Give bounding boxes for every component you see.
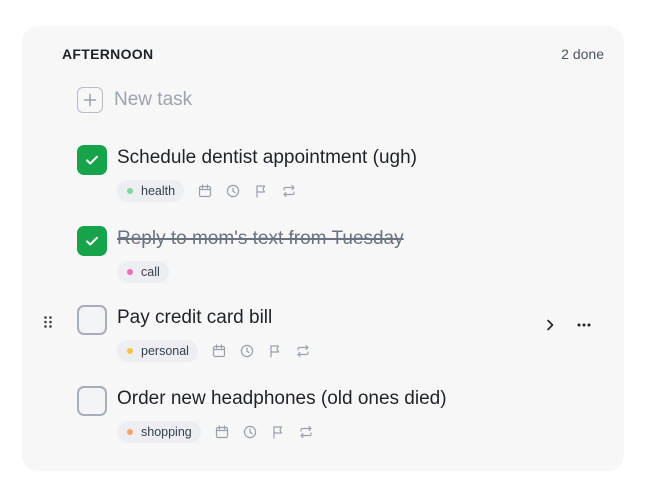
tag-dot <box>127 348 133 354</box>
task-meta: health <box>117 180 296 202</box>
task-row: Pay credit card bill personal <box>22 305 624 375</box>
task-title[interactable]: Order new headphones (old ones died) <box>117 388 447 410</box>
flag-icon[interactable] <box>271 425 285 439</box>
new-task-button[interactable]: New task <box>77 87 192 113</box>
flag-icon[interactable] <box>268 344 282 358</box>
calendar-icon[interactable] <box>212 344 226 358</box>
check-icon <box>86 155 98 165</box>
section-title: AFTERNOON <box>62 46 154 62</box>
task-title[interactable]: Schedule dentist appointment (ugh) <box>117 147 417 169</box>
task-meta: personal <box>117 340 310 362</box>
calendar-icon[interactable] <box>198 184 212 198</box>
clock-icon[interactable] <box>243 425 257 439</box>
tag-dot <box>127 269 133 275</box>
task-checkbox[interactable] <box>77 145 107 175</box>
check-icon <box>86 236 98 246</box>
tag-shopping[interactable]: shopping <box>117 421 201 443</box>
task-action-icons <box>215 425 313 439</box>
flag-icon[interactable] <box>254 184 268 198</box>
task-action-icons <box>212 344 310 358</box>
more-horizontal-icon[interactable] <box>576 317 592 333</box>
task-checkbox[interactable] <box>77 305 107 335</box>
done-count: 2 done <box>561 46 604 62</box>
task-row: Reply to mom's text from Tuesday call <box>22 226 624 296</box>
drag-handle-icon[interactable] <box>43 315 53 329</box>
repeat-icon[interactable] <box>299 425 313 439</box>
afternoon-section-card: AFTERNOON 2 done New task Schedule denti… <box>22 26 624 471</box>
clock-icon[interactable] <box>226 184 240 198</box>
clock-icon[interactable] <box>240 344 254 358</box>
plus-icon <box>77 87 103 113</box>
tag-call[interactable]: call <box>117 261 169 283</box>
calendar-icon[interactable] <box>215 425 229 439</box>
repeat-icon[interactable] <box>282 184 296 198</box>
task-checkbox[interactable] <box>77 386 107 416</box>
tag-dot <box>127 188 133 194</box>
task-title[interactable]: Reply to mom's text from Tuesday <box>117 228 404 250</box>
row-actions <box>542 317 592 333</box>
new-task-label: New task <box>114 89 193 110</box>
task-meta: call <box>117 261 169 283</box>
tag-label: health <box>141 184 176 198</box>
tag-health[interactable]: health <box>117 180 185 202</box>
task-title[interactable]: Pay credit card bill <box>117 307 272 329</box>
task-row: Schedule dentist appointment (ugh) healt… <box>22 145 624 215</box>
task-action-icons <box>198 184 296 198</box>
tag-dot <box>127 429 133 435</box>
task-row: Order new headphones (old ones died) sho… <box>22 386 624 456</box>
task-meta: shopping <box>117 421 313 443</box>
task-checkbox[interactable] <box>77 226 107 256</box>
repeat-icon[interactable] <box>296 344 310 358</box>
chevron-right-icon[interactable] <box>542 317 558 333</box>
tag-label: call <box>141 265 160 279</box>
tag-label: shopping <box>141 425 192 439</box>
tag-personal[interactable]: personal <box>117 340 198 362</box>
tag-label: personal <box>141 344 189 358</box>
